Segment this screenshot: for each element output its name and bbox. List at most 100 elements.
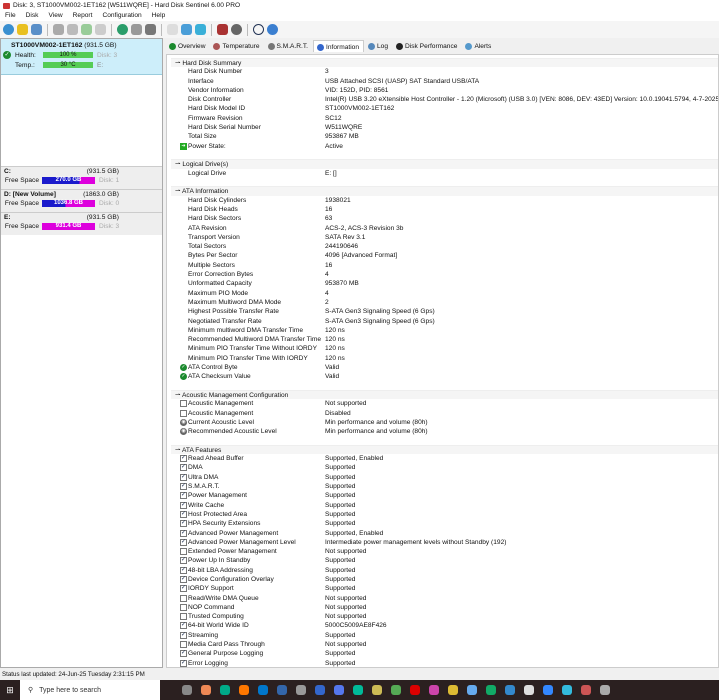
taskbar-app-icon[interactable] — [429, 685, 439, 695]
info-row: Hard Disk Model ID ST1000VM002-1ET162 — [171, 104, 718, 113]
section-header[interactable]: ⇀ ATA Information — [171, 186, 718, 196]
info-value: 244190646 — [325, 243, 359, 251]
drive-size: (931.5 GB) — [86, 168, 119, 175]
disk-erase-icon[interactable] — [95, 24, 106, 35]
taskbar-app-icon[interactable] — [296, 685, 306, 695]
info-value: Not supported — [325, 613, 367, 621]
info-value: 16 — [325, 261, 333, 269]
taskbar-app-icon[interactable] — [258, 685, 268, 695]
taskbar-app-icon[interactable] — [334, 685, 344, 695]
alert-icon[interactable] — [17, 24, 28, 35]
taskbar-app-icon[interactable] — [600, 685, 610, 695]
info-value: Not supported — [325, 400, 367, 408]
info-label: Highest Possible Transfer Rate — [188, 308, 279, 316]
tab-disk-performance[interactable]: Disk Performance — [393, 40, 461, 52]
info-value: 16 — [325, 205, 333, 213]
menu-disk[interactable]: Disk — [21, 11, 44, 21]
taskbar-app-icon[interactable] — [486, 685, 496, 695]
report-icon[interactable] — [31, 24, 42, 35]
disk-health-icon[interactable] — [81, 24, 92, 35]
taskbar-app-icon[interactable] — [201, 685, 211, 695]
taskbar-app-icon[interactable] — [372, 685, 382, 695]
info-value: S-ATA Gen3 Signaling Speed (6 Gps) — [325, 317, 435, 325]
tab-s-m-a-r-t-[interactable]: S.M.A.R.T. — [265, 40, 313, 52]
menu-configuration[interactable]: Configuration — [97, 11, 146, 21]
disk-surface-icon[interactable] — [67, 24, 78, 35]
taskbar-app-icon[interactable] — [543, 685, 553, 695]
taskbar-app-icon[interactable] — [467, 685, 477, 695]
info-row: Vendor Information VID: 152D, PID: 8561 — [171, 86, 718, 95]
taskbar-app-icon[interactable] — [505, 685, 515, 695]
speaker-icon: ◉ — [180, 428, 187, 436]
tab-log[interactable]: Log — [365, 40, 392, 52]
tab-temperature[interactable]: Temperature — [210, 40, 263, 52]
info-label: Interface — [188, 77, 214, 85]
checkbox-checked-icon: ✓ — [180, 492, 187, 500]
info-label: Maximum PIO Mode — [188, 289, 249, 297]
section-header[interactable]: ⇀ Acoustic Management Configuration — [171, 389, 718, 400]
info-label: ATA Checksum Value — [188, 373, 251, 381]
section-header[interactable]: ⇀ ATA Features — [171, 444, 718, 455]
document-icon[interactable] — [167, 24, 178, 35]
drive-d[interactable]: D: [New Volume] (1863.0 GB) Free Space 1036… — [1, 189, 162, 212]
settings-icon[interactable] — [231, 24, 242, 35]
section-header[interactable]: ⇀ Hard Disk Summary — [171, 58, 718, 68]
help-icon[interactable] — [253, 24, 264, 35]
menu-help[interactable]: Help — [147, 11, 171, 21]
menu-file[interactable]: File — [0, 11, 21, 21]
info-value: Supported — [325, 492, 356, 500]
info-label: Transport Version — [188, 233, 240, 241]
tab-overview[interactable]: Overview — [166, 40, 209, 52]
info-icon[interactable] — [267, 24, 278, 35]
taskbar-app-icon[interactable] — [448, 685, 458, 695]
cloud-icon[interactable] — [195, 24, 206, 35]
taskbar-app-icon[interactable] — [524, 685, 534, 695]
toolbar — [0, 21, 719, 38]
drive-c[interactable]: C: (931.5 GB) Free Space 270.0 GB Disk: 1 — [1, 166, 162, 189]
disk-entry[interactable]: ST1000VM002-1ET162 (931.5 GB) ✓ Health: 10… — [1, 39, 162, 75]
info-label: DMA — [188, 464, 203, 472]
info-row: ✓ ATA Control Byte Valid — [171, 363, 718, 372]
disk-test-icon[interactable] — [53, 24, 64, 35]
info-row: Error Correction Bytes 4 — [171, 270, 718, 279]
section-header[interactable]: ⇀ Logical Drive(s) — [171, 159, 718, 169]
drive-e[interactable]: E: (931.5 GB) Free Space 931.4 GB Disk: 3 — [1, 212, 162, 235]
taskbar-app-icon[interactable] — [391, 685, 401, 695]
backup-icon[interactable] — [181, 24, 192, 35]
drive-letter: D: [New Volume] — [4, 191, 56, 198]
taskbar-app-icon[interactable] — [220, 685, 230, 695]
info-row: Trusted Computing Not supported — [171, 612, 718, 621]
information-panel[interactable]: ⇀ Hard Disk Summary Hard Disk Number 3 Inte… — [166, 54, 719, 668]
windows-start-icon[interactable]: ⊞ — [0, 685, 20, 696]
taskbar-app-icon[interactable] — [315, 685, 325, 695]
info-value: Supported — [325, 585, 356, 593]
taskbar-app-icon[interactable] — [182, 685, 192, 695]
menu-report[interactable]: Report — [68, 11, 98, 21]
info-value: Not supported — [325, 548, 367, 556]
checkbox-unchecked-icon — [180, 548, 187, 556]
info-label: Power Up In Standby — [188, 557, 251, 565]
info-row: ✓ Ultra DMA Supported — [171, 473, 718, 482]
tab-alerts[interactable]: Alerts — [462, 40, 495, 52]
chart-icon[interactable] — [217, 24, 228, 35]
info-value: 120 ns — [325, 345, 345, 353]
network-icon[interactable] — [117, 24, 128, 35]
taskbar-apps — [182, 685, 610, 695]
taskbar-app-icon[interactable] — [277, 685, 287, 695]
info-row: Recommended Multiword DMA Transfer Time 1… — [171, 335, 718, 344]
taskbar-app-icon[interactable] — [239, 685, 249, 695]
taskbar-search[interactable]: ⚲ Type here to search — [20, 680, 160, 700]
drive-size: (931.5 GB) — [86, 214, 119, 221]
disk-size: (931.5 GB) — [84, 42, 117, 49]
taskbar-app-icon[interactable] — [581, 685, 591, 695]
taskbar-app-icon[interactable] — [562, 685, 572, 695]
info-row: Firmware Revision SC12 — [171, 114, 718, 123]
menu-view[interactable]: View — [43, 11, 67, 21]
printer-icon[interactable] — [145, 24, 156, 35]
satellite-icon[interactable] — [131, 24, 142, 35]
tab-information[interactable]: Information — [313, 40, 365, 52]
taskbar-app-icon[interactable] — [353, 685, 363, 695]
taskbar-app-icon[interactable] — [410, 685, 420, 695]
info-value: 953867 MB — [325, 133, 359, 141]
refresh-icon[interactable] — [3, 24, 14, 35]
